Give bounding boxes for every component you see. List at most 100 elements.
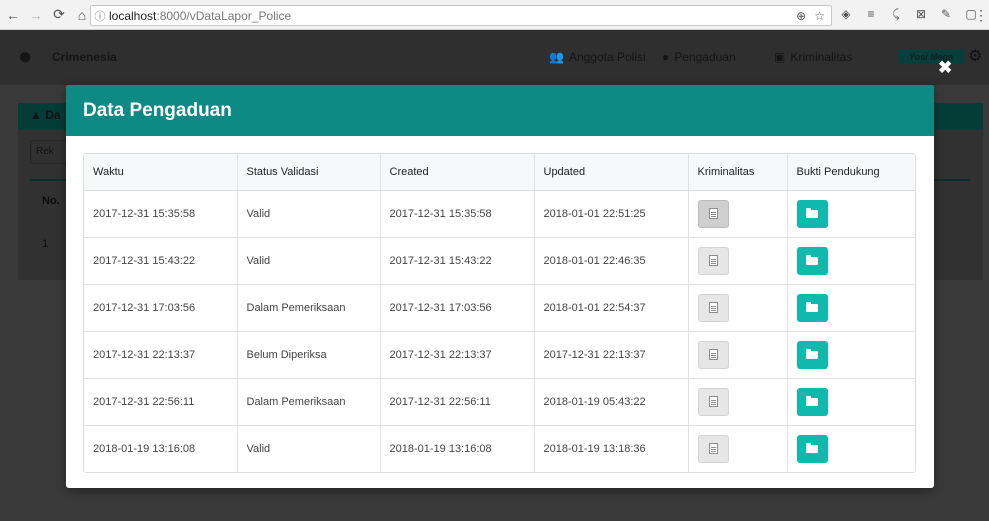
cell-waktu: 2017-12-31 15:43:22 [84,237,238,285]
nav-label: Kriminalitas [790,50,853,64]
cell-kriminalitas [688,284,788,332]
extension-box-icon[interactable]: ◈ [838,7,854,22]
cell-created: 2018-01-19 13:16:08 [380,425,535,472]
bukti-pendukung-button[interactable] [796,434,828,463]
bukti-pendukung-button[interactable] [796,246,828,275]
extension-pen-icon[interactable]: ✎ [938,7,954,22]
cell-updated: 2018-01-01 22:46:35 [534,237,689,285]
nav-pengaduan[interactable]: ● Pengaduan [662,50,736,64]
kriminalitas-button[interactable] [697,293,729,322]
table-row: 2017-12-31 17:03:56 Dalam Pemeriksaan 20… [84,284,915,332]
folder-open-icon [806,442,818,453]
cell-updated: 2018-01-19 13:18:36 [534,425,689,472]
lock-icon: ▣ [774,50,786,64]
cell-created: 2017-12-31 15:43:22 [380,237,535,285]
table-row: 2017-12-31 22:56:11 Dalam Pemeriksaan 20… [84,378,915,426]
data-pengaduan-modal: Data Pengaduan Waktu Status Validasi Cre… [66,85,934,488]
user-icon: ▲ [30,108,42,122]
cell-bukti [787,190,915,238]
column-header-no: No. [42,195,60,207]
modal-header: Data Pengaduan [66,85,934,136]
document-icon [708,396,718,407]
nav-kriminalitas[interactable]: ▣ Kriminalitas [774,50,852,64]
table-row: 2017-12-31 15:35:58 Valid 2017-12-31 15:… [84,190,915,238]
url-path: :8000/vDataLapor_Police [156,8,292,23]
extension-lines-icon[interactable]: ≡ [863,7,879,22]
nav-anggota-polisi[interactable]: 👥 Anggota Polisi [549,50,646,64]
column-header: Kriminalitas [688,154,788,191]
user-badge[interactable]: Yosi Mega [898,49,964,64]
kriminalitas-button[interactable] [697,199,729,228]
cell-updated: 2018-01-01 22:51:25 [534,190,689,238]
kriminalitas-button[interactable] [697,340,729,369]
cell-waktu: 2017-12-31 17:03:56 [84,284,238,332]
address-bar[interactable]: ⓘ localhost:8000/vDataLapor_Police ⊕ ☆ [90,5,832,26]
panel-title: ▲ Da [30,108,61,122]
cell-created: 2017-12-31 22:13:37 [380,331,535,379]
extension-bar: ◈ ≡ ⤹ ⊠ ✎ ▢ [838,7,979,22]
document-icon [708,208,718,219]
folder-open-icon [806,254,818,265]
zoom-icon[interactable]: ⊕ [796,9,806,23]
cell-updated: 2018-01-19 05:43:22 [534,378,689,426]
folder-open-icon [806,395,818,406]
info-icon[interactable]: ⓘ [91,8,109,24]
cell-bukti [787,378,915,426]
star-icon[interactable]: ☆ [814,9,825,23]
cell-status: Belum Diperiksa [237,331,381,379]
folder-open-icon [806,301,818,312]
cell-waktu: 2017-12-31 22:13:37 [84,331,238,379]
cell-kriminalitas [688,237,788,285]
cell-waktu: 2018-01-19 13:16:08 [84,425,238,472]
brand-name[interactable]: Crimenesia [52,50,117,64]
cell-created: 2017-12-31 15:35:58 [380,190,535,238]
bukti-pendukung-button[interactable] [796,293,828,322]
cell-bukti [787,331,915,379]
search-input[interactable]: Rek [30,140,70,164]
column-header: Waktu [84,154,238,191]
reload-icon[interactable]: ⟳ [49,5,69,25]
cell-created: 2017-12-31 17:03:56 [380,284,535,332]
extension-arrow-icon[interactable]: ⤹ [888,7,904,22]
cell-bukti [787,425,915,472]
cell-status: Valid [237,190,381,238]
table-row: 2018-01-19 13:16:08 Valid 2018-01-19 13:… [84,425,915,472]
comment-icon: ● [662,50,670,64]
nav-label: Pengaduan [674,50,736,64]
cell-status: Dalam Pemeriksaan [237,284,381,332]
kriminalitas-button[interactable] [697,434,729,463]
back-icon[interactable]: ← [3,5,23,25]
folder-open-icon [806,207,818,218]
gear-icon[interactable]: ⚙ [968,46,982,66]
url-host: localhost [109,8,157,23]
nav-label: Anggota Polisi [568,50,646,64]
close-icon[interactable]: ✖ [938,58,952,78]
kriminalitas-button[interactable] [697,246,729,275]
menu-icon[interactable]: ⋮ [971,5,989,25]
document-icon [708,349,718,360]
row-number: 1 [42,238,49,250]
kriminalitas-button[interactable] [697,387,729,416]
column-header: Status Validasi [237,154,381,191]
modal-title: Data Pengaduan [83,99,232,121]
users-icon: 👥 [549,50,564,64]
column-header: Created [380,154,535,191]
document-icon [708,255,718,266]
cell-created: 2017-12-31 22:56:11 [380,378,535,426]
folder-open-icon [806,348,818,359]
panel-title-text: Da [45,108,61,122]
browser-toolbar: ← → ⟳ ⌂ ⓘ localhost:8000/vDataLapor_Poli… [0,0,989,30]
column-header: Updated [534,154,689,191]
bukti-pendukung-button[interactable] [796,340,828,369]
document-icon [708,302,718,313]
bukti-pendukung-button[interactable] [796,199,828,228]
cell-status: Dalam Pemeriksaan [237,378,381,426]
cell-waktu: 2017-12-31 22:56:11 [84,378,238,426]
bukti-pendukung-button[interactable] [796,387,828,416]
column-header: Bukti Pendukung [787,154,915,191]
police-logo-icon: ● [18,43,33,70]
cell-updated: 2018-01-01 22:54:37 [534,284,689,332]
forward-icon[interactable]: → [26,5,46,25]
home-icon[interactable]: ⌂ [72,5,92,25]
extension-grid-icon[interactable]: ⊠ [913,7,929,22]
